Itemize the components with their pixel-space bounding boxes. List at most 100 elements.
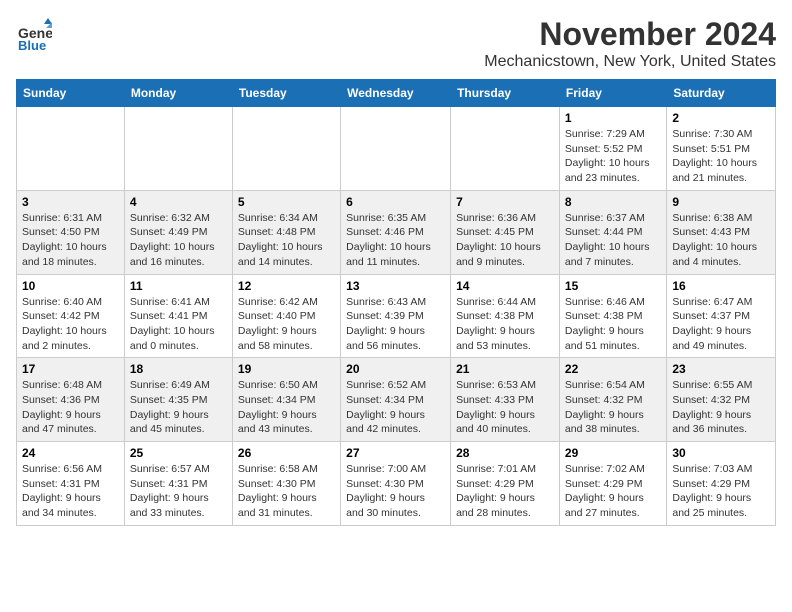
day-number: 6 [346,195,445,209]
day-number: 3 [22,195,119,209]
calendar-cell: 17Sunrise: 6:48 AM Sunset: 4:36 PM Dayli… [17,358,125,442]
calendar-cell: 11 Sunrise: 6:41 AM Sunset: 4:41 PM Dayli… [124,274,232,358]
calendar-cell [17,107,125,191]
day-info: Sunrise: 6:56 AM Sunset: 4:31 PM Dayligh… [22,462,119,521]
calendar-cell: 10Sunrise: 6:40 AM Sunset: 4:42 PM Dayli… [17,274,125,358]
day-info: Sunrise: 7:01 AM Sunset: 4:29 PM Dayligh… [456,462,554,521]
day-number: 28 [456,446,554,460]
day-info: Sunrise: 6:38 AM Sunset: 4:43 PM Dayligh… [672,211,770,270]
day-number: 4 [130,195,227,209]
calendar-cell: 3Sunrise: 6:31 AM Sunset: 4:50 PM Daylig… [17,190,125,274]
calendar-week-row: 24 Sunrise: 6:56 AM Sunset: 4:31 PM Dayli… [17,442,776,526]
day-info: Sunrise: 6:52 AM Sunset: 4:34 PM Dayligh… [346,378,445,437]
calendar-cell [232,107,340,191]
calendar-cell [124,107,232,191]
weekday-header-row: SundayMondayTuesdayWednesdayThursdayFrid… [17,80,776,107]
day-info: Sunrise: 6:44 AM Sunset: 4:38 PM Dayligh… [456,295,554,354]
day-number: 20 [346,362,445,376]
day-number: 23 [672,362,770,376]
calendar-cell: 28 Sunrise: 7:01 AM Sunset: 4:29 PM Dayli… [451,442,560,526]
day-number: 15 [565,279,661,293]
day-info: Sunrise: 6:57 AM Sunset: 4:31 PM Dayligh… [130,462,227,521]
day-number: 9 [672,195,770,209]
day-number: 21 [456,362,554,376]
day-info: Sunrise: 6:58 AM Sunset: 4:30 PM Dayligh… [238,462,335,521]
day-number: 2 [672,111,770,125]
calendar-cell: 24 Sunrise: 6:56 AM Sunset: 4:31 PM Dayli… [17,442,125,526]
day-info: Sunrise: 6:35 AM Sunset: 4:46 PM Dayligh… [346,211,445,270]
day-info: Sunrise: 7:29 AM Sunset: 5:52 PM Dayligh… [565,127,661,186]
calendar-cell: 26 Sunrise: 6:58 AM Sunset: 4:30 PM Dayli… [232,442,340,526]
calendar-cell [341,107,451,191]
weekday-header: Monday [124,80,232,107]
month-title: November 2024 [484,16,776,53]
calendar-cell: 27 Sunrise: 7:00 AM Sunset: 4:30 PM Dayli… [341,442,451,526]
weekday-header: Saturday [667,80,776,107]
day-number: 18 [130,362,227,376]
weekday-header: Sunday [17,80,125,107]
calendar-cell: 2 Sunrise: 7:30 AM Sunset: 5:51 PM Daylig… [667,107,776,191]
day-number: 8 [565,195,661,209]
calendar-cell: 25Sunrise: 6:57 AM Sunset: 4:31 PM Dayli… [124,442,232,526]
day-info: Sunrise: 6:50 AM Sunset: 4:34 PM Dayligh… [238,378,335,437]
calendar-cell: 22Sunrise: 6:54 AM Sunset: 4:32 PM Dayli… [559,358,666,442]
calendar-cell: 16 Sunrise: 6:47 AM Sunset: 4:37 PM Dayli… [667,274,776,358]
day-info: Sunrise: 7:30 AM Sunset: 5:51 PM Dayligh… [672,127,770,186]
calendar-cell [451,107,560,191]
calendar-cell: 7Sunrise: 6:36 AM Sunset: 4:45 PM Daylig… [451,190,560,274]
day-info: Sunrise: 7:00 AM Sunset: 4:30 PM Dayligh… [346,462,445,521]
day-info: Sunrise: 7:02 AM Sunset: 4:29 PM Dayligh… [565,462,661,521]
day-info: Sunrise: 6:42 AM Sunset: 4:40 PM Dayligh… [238,295,335,354]
calendar-week-row: 3Sunrise: 6:31 AM Sunset: 4:50 PM Daylig… [17,190,776,274]
logo-icon: General Blue [16,16,52,52]
day-info: Sunrise: 6:43 AM Sunset: 4:39 PM Dayligh… [346,295,445,354]
day-number: 16 [672,279,770,293]
day-number: 24 [22,446,119,460]
calendar-cell: 18 Sunrise: 6:49 AM Sunset: 4:35 PM Dayli… [124,358,232,442]
calendar-cell: 9 Sunrise: 6:38 AM Sunset: 4:43 PM Daylig… [667,190,776,274]
calendar-week-row: 10Sunrise: 6:40 AM Sunset: 4:42 PM Dayli… [17,274,776,358]
day-info: Sunrise: 6:46 AM Sunset: 4:38 PM Dayligh… [565,295,661,354]
calendar-table: SundayMondayTuesdayWednesdayThursdayFrid… [16,79,776,526]
calendar-cell: 14 Sunrise: 6:44 AM Sunset: 4:38 PM Dayli… [451,274,560,358]
calendar-week-row: 1 Sunrise: 7:29 AM Sunset: 5:52 PM Daylig… [17,107,776,191]
day-info: Sunrise: 7:03 AM Sunset: 4:29 PM Dayligh… [672,462,770,521]
day-number: 1 [565,111,661,125]
day-number: 30 [672,446,770,460]
day-number: 11 [130,279,227,293]
day-number: 22 [565,362,661,376]
weekday-header: Friday [559,80,666,107]
calendar-cell: 15 Sunrise: 6:46 AM Sunset: 4:38 PM Dayli… [559,274,666,358]
day-number: 27 [346,446,445,460]
svg-text:Blue: Blue [18,38,46,52]
day-number: 26 [238,446,335,460]
day-info: Sunrise: 6:49 AM Sunset: 4:35 PM Dayligh… [130,378,227,437]
day-number: 10 [22,279,119,293]
day-number: 7 [456,195,554,209]
calendar-cell: 8 Sunrise: 6:37 AM Sunset: 4:44 PM Daylig… [559,190,666,274]
day-info: Sunrise: 6:34 AM Sunset: 4:48 PM Dayligh… [238,211,335,270]
calendar-cell: 29Sunrise: 7:02 AM Sunset: 4:29 PM Dayli… [559,442,666,526]
day-info: Sunrise: 6:47 AM Sunset: 4:37 PM Dayligh… [672,295,770,354]
day-number: 14 [456,279,554,293]
day-number: 17 [22,362,119,376]
calendar-cell: 23 Sunrise: 6:55 AM Sunset: 4:32 PM Dayli… [667,358,776,442]
weekday-header: Thursday [451,80,560,107]
location-title: Mechanicstown, New York, United States [484,53,776,71]
calendar-cell: 21Sunrise: 6:53 AM Sunset: 4:33 PM Dayli… [451,358,560,442]
weekday-header: Wednesday [341,80,451,107]
calendar-cell: 19Sunrise: 6:50 AM Sunset: 4:34 PM Dayli… [232,358,340,442]
calendar-cell: 5Sunrise: 6:34 AM Sunset: 4:48 PM Daylig… [232,190,340,274]
title-block: November 2024 Mechanicstown, New York, U… [484,16,776,71]
page-header: General Blue November 2024 Mechanicstown… [16,16,776,71]
calendar-cell: 12Sunrise: 6:42 AM Sunset: 4:40 PM Dayli… [232,274,340,358]
day-info: Sunrise: 6:37 AM Sunset: 4:44 PM Dayligh… [565,211,661,270]
calendar-cell: 20 Sunrise: 6:52 AM Sunset: 4:34 PM Dayli… [341,358,451,442]
day-info: Sunrise: 6:55 AM Sunset: 4:32 PM Dayligh… [672,378,770,437]
calendar-cell: 6 Sunrise: 6:35 AM Sunset: 4:46 PM Daylig… [341,190,451,274]
day-info: Sunrise: 6:32 AM Sunset: 4:49 PM Dayligh… [130,211,227,270]
calendar-week-row: 17Sunrise: 6:48 AM Sunset: 4:36 PM Dayli… [17,358,776,442]
calendar-cell: 30 Sunrise: 7:03 AM Sunset: 4:29 PM Dayli… [667,442,776,526]
day-info: Sunrise: 6:41 AM Sunset: 4:41 PM Dayligh… [130,295,227,354]
calendar-cell: 1 Sunrise: 7:29 AM Sunset: 5:52 PM Daylig… [559,107,666,191]
